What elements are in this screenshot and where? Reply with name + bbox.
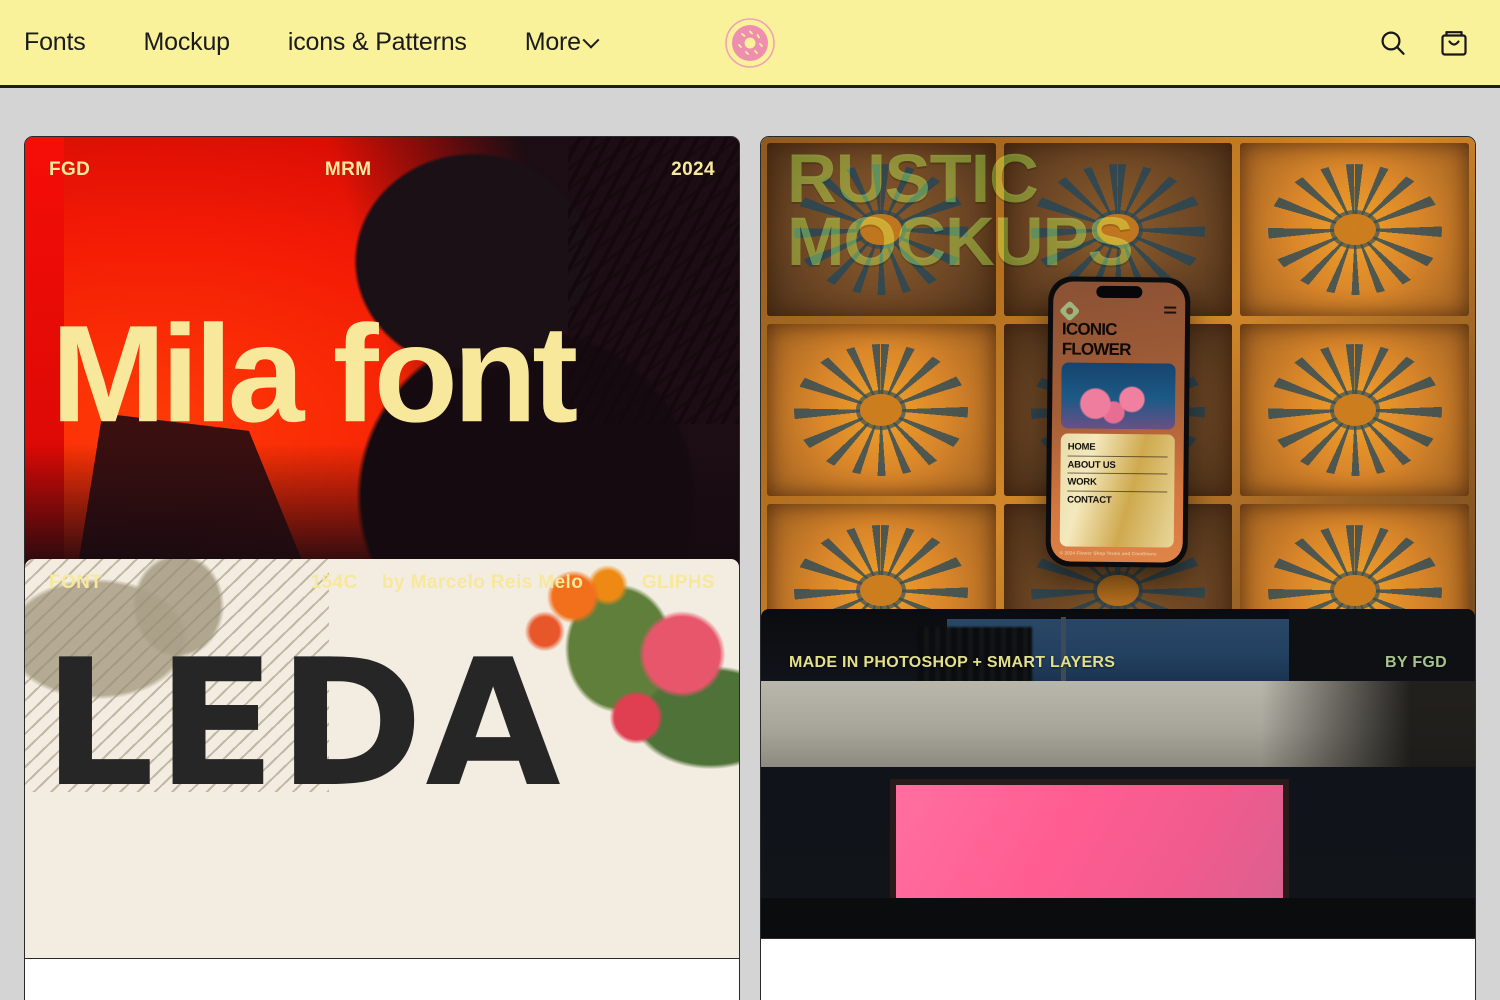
nav-label: Mockup <box>143 28 231 56</box>
nav-item-mockup[interactable]: Mockup <box>143 28 231 57</box>
tile-flower-motif <box>1267 344 1442 476</box>
tile-flower-motif <box>1267 163 1442 295</box>
product-title-row <box>25 959 739 1000</box>
chevron-down-icon <box>582 31 600 49</box>
tile-flower-motif <box>794 344 969 476</box>
poster-label-author: by Marcelo Reis Melo <box>382 572 584 593</box>
search-icon[interactable] <box>1378 28 1408 58</box>
mockup-headline-line1: RUSTIC <box>787 140 1039 217</box>
poster-label-bottom-left: FONT <box>49 572 103 593</box>
phone-menu-item-home: HOME <box>1067 438 1168 458</box>
phone-footer-text: © 2024 Flower Shop Terms and Conditions <box>1059 550 1157 557</box>
header-actions <box>1378 27 1470 59</box>
site-header: Fonts Mockup icons & Patterns More <box>0 0 1500 88</box>
nav-item-more[interactable]: More <box>524 28 600 57</box>
mockup-caption-left: MADE IN PHOTOSHOP + SMART LAYERS <box>789 654 1116 671</box>
mockup-headline: RUSTIC MOCKUPS <box>787 140 1134 281</box>
flower-shop-logo-icon <box>1059 299 1081 322</box>
phone-menu-item-work: WORK <box>1067 473 1168 493</box>
phone-title-line1: ICONIC <box>1061 319 1117 339</box>
product-image-leda: LEDA <box>25 559 739 959</box>
product-image-rustic-mockups: RUSTIC MOCKUPS ICONIC FLOWER HOME ABOUT … <box>761 137 1475 684</box>
phone-mockup: ICONIC FLOWER HOME ABOUT US WORK CONTACT… <box>1045 276 1191 568</box>
leda-headline: LEDA <box>43 623 563 826</box>
product-card-leda[interactable]: LEDA <box>24 558 740 1000</box>
nav-item-fonts[interactable]: Fonts <box>24 28 86 57</box>
product-image-mila-font: FGD MRM 2024 Mila font FONT 154C by Marc… <box>25 137 739 617</box>
poster-headline: Mila font <box>51 296 578 451</box>
nav-label: icons & Patterns <box>287 28 467 56</box>
primary-navigation: Fonts Mockup icons & Patterns More <box>24 28 600 57</box>
phone-topbar <box>1059 299 1177 322</box>
nav-label: Fonts <box>24 28 86 56</box>
phone-title-line2: FLOWER <box>1061 339 1131 360</box>
nav-label: More <box>524 28 581 56</box>
product-title-row <box>761 939 1475 1000</box>
poster-label-top-left: FGD <box>49 159 91 180</box>
poster-label-top-right: 2024 <box>671 159 715 180</box>
hamburger-menu-icon <box>1164 306 1177 316</box>
phone-screen: ICONIC FLOWER HOME ABOUT US WORK CONTACT… <box>1050 281 1186 563</box>
wall-shadow <box>1260 681 1475 767</box>
poster-label-bottom-code: 154C <box>310 572 358 593</box>
mockup-caption-bar: MADE IN PHOTOSHOP + SMART LAYERS BY FGD <box>761 643 1475 683</box>
ground-shadow <box>761 898 1475 938</box>
poster-label-top-center: MRM <box>324 159 372 180</box>
phone-notch <box>1096 285 1143 299</box>
mockup-headline-line2: MOCKUPS <box>787 203 1134 281</box>
poster-label-bottom-right: GLIPHS <box>641 572 715 593</box>
tile <box>1240 143 1469 316</box>
mockup-caption-right: BY FGD <box>1385 654 1447 671</box>
phone-menu-item-contact: CONTACT <box>1067 494 1112 506</box>
phone-hero-photo <box>1060 362 1176 430</box>
phone-menu-item-about-us: ABOUT US <box>1067 456 1168 475</box>
nav-item-icons-patterns[interactable]: icons & Patterns <box>288 28 467 57</box>
donut-logo[interactable] <box>724 17 776 69</box>
phone-menu: HOME ABOUT US WORK CONTACT <box>1059 433 1175 548</box>
tile <box>767 323 996 497</box>
shopping-bag-icon[interactable] <box>1438 27 1470 59</box>
product-grid: FGD MRM 2024 Mila font FONT 154C by Marc… <box>0 88 1500 1000</box>
tile <box>1240 323 1469 497</box>
